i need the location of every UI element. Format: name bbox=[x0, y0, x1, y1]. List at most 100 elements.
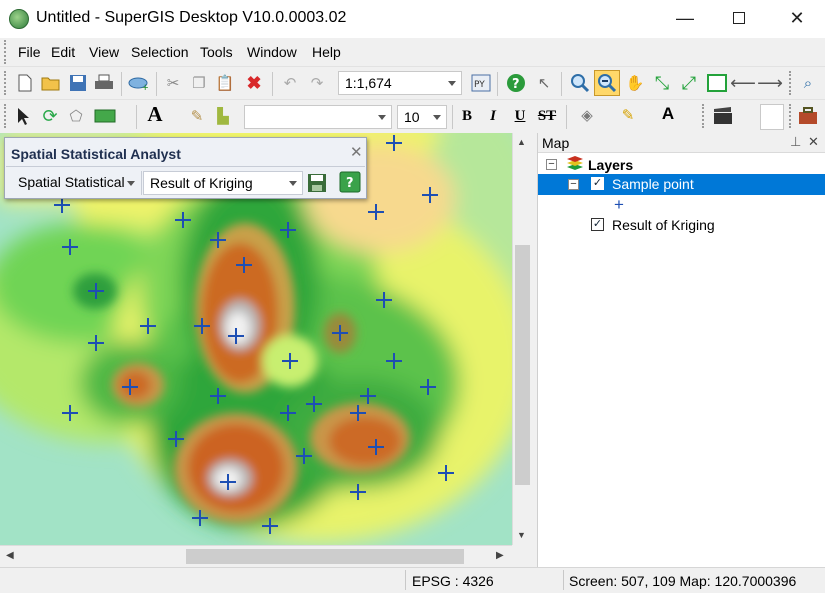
spatial-statistical-analyst-toolbar: Spatial Statistical Analyst ✕ Spatial St… bbox=[4, 137, 367, 199]
ssa-close-icon[interactable]: ✕ bbox=[350, 143, 363, 161]
toolbar-grip[interactable] bbox=[4, 71, 7, 95]
svg-text:?: ? bbox=[512, 77, 520, 92]
scroll-corner bbox=[512, 545, 532, 567]
zoom-in-icon[interactable] bbox=[569, 72, 591, 94]
ssa-layer-combo[interactable]: Result of Kriging bbox=[143, 171, 303, 195]
vertical-scroll-thumb[interactable] bbox=[515, 245, 530, 485]
map-vertical-scrollbar[interactable]: ▲ ▼ bbox=[512, 133, 532, 545]
rectangle-icon[interactable] bbox=[94, 105, 116, 127]
next-extent-icon[interactable]: ⟶ bbox=[757, 72, 783, 94]
undo-icon[interactable]: ↶ bbox=[279, 72, 301, 94]
italic-icon[interactable]: I bbox=[482, 105, 504, 127]
menu-grip[interactable] bbox=[4, 40, 7, 64]
toc-header: Map ⊥ ✕ bbox=[538, 133, 825, 153]
scroll-up-icon[interactable]: ▲ bbox=[517, 137, 526, 147]
copy-icon[interactable]: ❐ bbox=[188, 72, 210, 94]
menu-tools[interactable]: Tools bbox=[200, 44, 233, 60]
layer-visibility-checkbox[interactable]: ✓ bbox=[591, 177, 604, 190]
scroll-right-icon[interactable]: ▶ bbox=[496, 550, 504, 561]
svg-text:?: ? bbox=[346, 176, 354, 191]
text-tool-icon[interactable]: A bbox=[144, 102, 166, 126]
previous-extent-icon[interactable]: ⟵ bbox=[730, 72, 756, 94]
ssa-tool-dropdown[interactable]: Spatial Statistical bbox=[13, 171, 137, 195]
redo-icon[interactable]: ↷ bbox=[306, 72, 328, 94]
save-icon[interactable] bbox=[67, 72, 89, 94]
scroll-down-icon[interactable]: ▼ bbox=[517, 530, 526, 540]
ssa-tool-label: Spatial Statistical bbox=[18, 174, 125, 190]
epsg-label: EPSG : 4326 bbox=[412, 573, 494, 589]
menu-file[interactable]: File bbox=[18, 44, 41, 60]
toc-close-icon[interactable]: ✕ bbox=[808, 134, 819, 150]
minimize-button[interactable]: — bbox=[658, 0, 712, 36]
whats-this-icon[interactable]: ↖ bbox=[533, 72, 555, 94]
fill-color-icon[interactable]: ◈ bbox=[576, 104, 598, 126]
layers-stack-icon bbox=[566, 156, 584, 175]
ssa-save-icon[interactable] bbox=[307, 173, 327, 193]
help-icon[interactable]: ? bbox=[505, 72, 527, 94]
print-icon[interactable] bbox=[93, 72, 115, 94]
chevron-down-icon bbox=[289, 181, 297, 186]
zoom-full-extent-icon[interactable]: ⤢ bbox=[678, 72, 700, 94]
chevron-down-icon bbox=[127, 181, 135, 186]
open-folder-icon[interactable] bbox=[40, 72, 62, 94]
magnifier-window-icon[interactable]: ⌕ bbox=[797, 72, 819, 94]
pan-hand-icon[interactable]: ✋ bbox=[624, 72, 646, 94]
toolbar-grip[interactable] bbox=[702, 104, 705, 128]
title-bar: Untitled - SuperGIS Desktop V10.0.0003.0… bbox=[0, 0, 825, 38]
chevron-down-icon bbox=[448, 81, 456, 86]
font-name-combo[interactable] bbox=[244, 105, 392, 129]
toolbar-grip[interactable] bbox=[789, 71, 792, 95]
layer-row-sample-point[interactable]: − ✓ Sample point bbox=[538, 174, 825, 195]
cut-icon[interactable]: ✂ bbox=[162, 72, 184, 94]
pin-icon[interactable]: ⊥ bbox=[790, 134, 801, 150]
svg-text:PY: PY bbox=[474, 80, 485, 90]
standard-toolbar: + ✂ ❐ 📋 ✖ ↶ ↷ 1:1,674 PY ? ↖ ✋ ⤡ ⤢ ⟵ ⟶ ⌕ bbox=[0, 66, 825, 100]
zoom-to-layer-icon[interactable] bbox=[706, 72, 728, 94]
highlight-icon[interactable]: ▙ bbox=[212, 105, 234, 127]
window-title: Untitled - SuperGIS Desktop V10.0.0003.0… bbox=[36, 9, 347, 26]
point-symbol-icon: + bbox=[614, 195, 624, 214]
layer-row-result-of-kriging[interactable]: ✓ Result of Kriging bbox=[538, 215, 825, 236]
font-color-icon[interactable]: A bbox=[657, 103, 679, 125]
menu-view[interactable]: View bbox=[89, 44, 119, 60]
layer-visibility-checkbox[interactable]: ✓ bbox=[591, 218, 604, 231]
extra-combo[interactable] bbox=[760, 104, 784, 130]
chevron-down-icon bbox=[433, 115, 441, 120]
edit-vertices-icon[interactable]: ⬠ bbox=[65, 105, 87, 127]
python-icon[interactable]: PY bbox=[470, 72, 492, 94]
pencil-icon[interactable]: ✎ bbox=[186, 105, 208, 127]
toolbar-grip[interactable] bbox=[4, 104, 7, 128]
rotate-icon[interactable]: ⟳ bbox=[39, 105, 61, 127]
ssa-help-icon[interactable]: ? bbox=[339, 171, 361, 193]
toolbar-grip[interactable] bbox=[789, 104, 792, 128]
animation-clapper-icon[interactable] bbox=[712, 105, 734, 127]
map-horizontal-scrollbar[interactable]: ◀ ▶ bbox=[0, 545, 512, 567]
scale-value: 1:1,674 bbox=[345, 75, 392, 91]
zoom-out-icon[interactable] bbox=[594, 70, 620, 96]
new-document-icon[interactable] bbox=[14, 72, 36, 94]
collapse-layer-icon[interactable]: − bbox=[568, 179, 579, 190]
menu-edit[interactable]: Edit bbox=[51, 44, 75, 60]
line-color-icon[interactable]: ✎ bbox=[617, 104, 639, 126]
chevron-down-icon bbox=[378, 115, 386, 120]
close-window-button[interactable]: ✕ bbox=[770, 0, 824, 36]
menu-help[interactable]: Help bbox=[312, 44, 341, 60]
collapse-layers-icon[interactable]: − bbox=[546, 159, 557, 170]
toolbox-icon[interactable] bbox=[797, 105, 819, 127]
scroll-left-icon[interactable]: ◀ bbox=[6, 550, 14, 561]
delete-icon[interactable]: ✖ bbox=[243, 72, 265, 94]
strikethrough-icon[interactable]: ST bbox=[536, 105, 558, 127]
zoom-to-center-icon[interactable]: ⤡ bbox=[651, 72, 673, 94]
scale-combo[interactable]: 1:1,674 bbox=[338, 71, 462, 95]
font-size-combo[interactable]: 10 bbox=[397, 105, 447, 129]
maximize-button[interactable] bbox=[712, 0, 766, 36]
horizontal-scroll-thumb[interactable] bbox=[186, 549, 464, 564]
menu-window[interactable]: Window bbox=[247, 44, 297, 60]
menu-bar: File Edit View Selection Tools Window He… bbox=[0, 38, 825, 66]
select-pointer-icon[interactable] bbox=[13, 105, 35, 127]
bold-icon[interactable]: B bbox=[456, 105, 478, 127]
menu-selection[interactable]: Selection bbox=[131, 44, 189, 60]
paste-icon[interactable]: 📋 bbox=[214, 72, 236, 94]
add-data-icon[interactable]: + bbox=[128, 72, 150, 94]
underline-icon[interactable]: U bbox=[509, 105, 531, 127]
